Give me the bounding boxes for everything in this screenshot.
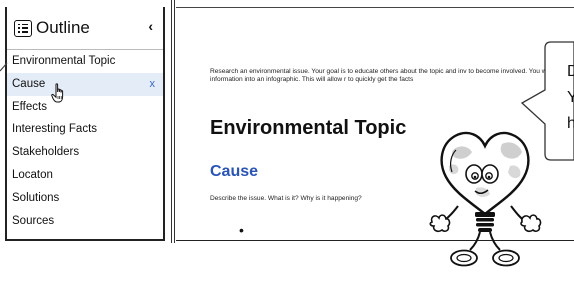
heart-lightbulb-mascot — [429, 131, 542, 267]
speech-bubble-line-3: h — [567, 115, 574, 132]
speech-bubble-line-2: Y — [567, 89, 574, 106]
speech-bubble-line-1: D — [567, 63, 574, 80]
